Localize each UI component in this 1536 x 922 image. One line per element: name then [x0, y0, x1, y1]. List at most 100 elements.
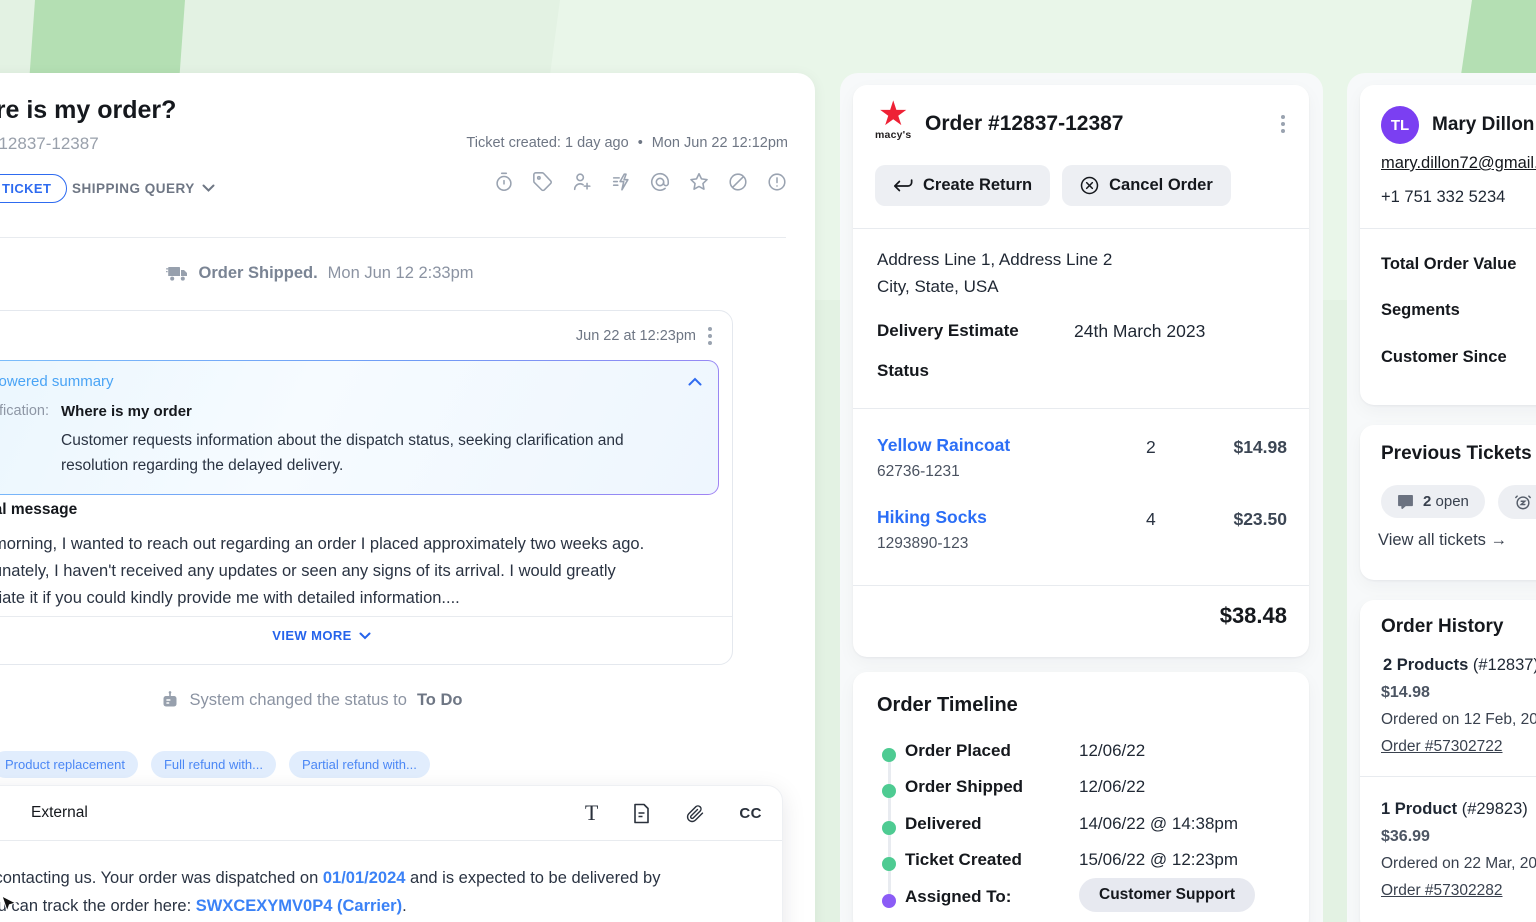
assigned-team-badge[interactable]: Customer Support — [1079, 878, 1255, 912]
macys-logo: ★ macy's — [875, 99, 911, 141]
quick-reply-full-refund[interactable]: Full refund with... — [151, 751, 276, 778]
item-link[interactable]: Yellow Raincoat — [877, 435, 1010, 456]
ticket-panel: Where is my order? #12837-12387 Ticket c… — [0, 73, 815, 922]
customer-card: TL Mary Dillon mary.dillon72@gmail.com +… — [1360, 85, 1536, 405]
timeline-dot-assigned — [882, 894, 896, 908]
segments-label: Segments — [1381, 301, 1460, 320]
chat-icon — [1397, 494, 1414, 510]
chevron-up-icon[interactable] — [688, 377, 702, 386]
classification-value: Where is my order — [61, 403, 192, 420]
ai-summary-title: AI-powered summary — [0, 373, 702, 390]
order-status-label: Status — [877, 361, 929, 381]
history-order-link[interactable]: Order #57302722 — [1381, 738, 1503, 756]
original-message-body: Good morning, I wanted to reach out rega… — [0, 531, 644, 612]
order-total: $38.48 — [1220, 603, 1287, 629]
order-card-divider-2 — [853, 408, 1309, 409]
message-footer-divider — [0, 616, 732, 617]
order-timeline-card: Order Timeline Order Placed 12/06/22 Ord… — [853, 672, 1309, 922]
customer-card-divider — [1360, 228, 1536, 229]
truck-icon — [166, 265, 188, 283]
return-arrow-icon — [893, 178, 913, 194]
ticket-status-badge[interactable]: TICKET — [0, 174, 67, 203]
previous-tickets-card: Previous Tickets 2 open View all tickets… — [1360, 425, 1536, 580]
timeline-value: 12/06/22 — [1079, 741, 1145, 761]
timeline-dot — [882, 857, 896, 871]
attachment-icon[interactable] — [685, 803, 705, 824]
history-order-price: $36.99 — [1381, 828, 1430, 846]
previous-tickets-title: Previous Tickets — [1381, 443, 1532, 465]
address-line-2: City, State, USA — [877, 277, 999, 297]
order-history-divider — [1360, 776, 1536, 777]
timeline-value: 14/06/22 @ 14:38pm — [1079, 814, 1238, 834]
order-card: ★ macy's Order #12837-12387 Create Retur… — [853, 85, 1309, 657]
tracking-link[interactable]: SWXCEXYMV0P4 (Carrier) — [196, 897, 402, 915]
timeline-label: Order Shipped — [905, 777, 1023, 797]
timeline-label: Assigned To: — [905, 887, 1011, 907]
item-price: $23.50 — [1233, 509, 1287, 530]
timeline-dot — [882, 748, 896, 762]
message-card: Jun 22 at 12:23pm AI-powered summary Cla… — [0, 310, 733, 665]
customer-email[interactable]: mary.dillon72@gmail.com — [1381, 154, 1536, 173]
item-link[interactable]: Hiking Socks — [877, 507, 987, 528]
delivery-estimate-label: Delivery Estimate — [877, 321, 1019, 341]
chevron-down-icon — [359, 632, 371, 640]
order-timeline-title: Order Timeline — [877, 694, 1018, 717]
message-date: Jun 22 at 12:23pm — [576, 328, 696, 344]
order-menu-icon[interactable] — [1281, 115, 1285, 133]
cc-button[interactable]: CC — [739, 805, 762, 822]
order-title: Order #12837-12387 — [925, 112, 1124, 136]
create-return-button[interactable]: Create Return — [875, 165, 1050, 206]
open-tickets-pill[interactable]: 2 open — [1381, 485, 1485, 518]
app-background: Where is my order? #12837-12387 Ticket c… — [0, 0, 1536, 922]
automation-icon[interactable] — [610, 171, 632, 193]
ticket-category-dropdown[interactable]: SHIPPING QUERY — [72, 181, 215, 196]
message-menu-icon[interactable] — [708, 327, 712, 345]
timeline-dot — [882, 784, 896, 798]
history-order-price: $14.98 — [1381, 684, 1430, 702]
timeline-label: Ticket Created — [905, 850, 1022, 870]
ai-summary-description: Customer requests information about the … — [61, 428, 702, 478]
view-more-button[interactable]: VIEW MORE — [0, 628, 732, 643]
quick-reply-product-replacement[interactable]: Product replacement — [0, 751, 138, 778]
block-icon[interactable] — [727, 171, 749, 193]
reply-composer[interactable]: External T CC Thank you for contacting u… — [0, 785, 783, 922]
timeline-label: Order Placed — [905, 741, 1011, 761]
ai-summary-box: AI-powered summary Classification: Where… — [0, 360, 719, 495]
order-history-card: Order History 2 Products (#12837) $14.98… — [1360, 600, 1536, 922]
text-format-icon[interactable]: T — [585, 803, 598, 823]
composer-line-2[interactable]: You can track the order here: SWXCEXYMV0… — [0, 897, 407, 916]
star-icon[interactable] — [688, 171, 710, 193]
item-qty: 4 — [1146, 509, 1156, 530]
mention-icon[interactable] — [649, 171, 671, 193]
customer-name: Mary Dillon — [1432, 114, 1534, 136]
order-card-divider-3 — [853, 585, 1309, 586]
macys-star-icon: ★ — [875, 99, 911, 129]
cancel-order-button[interactable]: Cancel Order — [1062, 165, 1231, 206]
ticket-toolbar — [493, 171, 788, 193]
snoozed-tickets-pill[interactable] — [1498, 485, 1536, 519]
ticket-title: Where is my order? — [0, 96, 176, 125]
item-sku: 62736-1231 — [877, 463, 960, 481]
order-history-title: Order History — [1381, 616, 1503, 638]
dispatch-date-link[interactable]: 01/01/2024 — [323, 869, 406, 887]
robot-icon — [160, 690, 180, 710]
priority-icon[interactable] — [766, 171, 788, 193]
original-message-label: Original message — [0, 501, 77, 519]
delivery-estimate-value: 24th March 2023 — [1074, 321, 1205, 342]
quick-reply-partial-refund[interactable]: Partial refund with... — [289, 751, 430, 778]
composer-line-1[interactable]: Thank you for contacting us. Your order … — [0, 869, 660, 888]
status-value: To Do — [417, 691, 463, 710]
address-line-1: Address Line 1, Address Line 2 — [877, 250, 1112, 270]
timeline-label: Delivered — [905, 814, 982, 834]
history-order-link[interactable]: Order #57302282 — [1381, 882, 1503, 900]
event-order-shipped: Order Shipped. Mon Jun 12 2:33pm — [0, 264, 640, 283]
item-qty: 2 — [1146, 437, 1156, 458]
snooze-timer-icon[interactable] — [493, 171, 515, 193]
event-status-change: System changed the status to To Do — [0, 690, 622, 710]
template-document-icon[interactable] — [632, 803, 651, 824]
tag-icon[interactable] — [532, 171, 554, 193]
assign-user-icon[interactable] — [571, 171, 593, 193]
view-all-tickets-link[interactable]: View all tickets → — [1378, 531, 1507, 550]
header-divider — [0, 237, 786, 238]
composer-mode-selector[interactable]: External — [31, 804, 88, 822]
